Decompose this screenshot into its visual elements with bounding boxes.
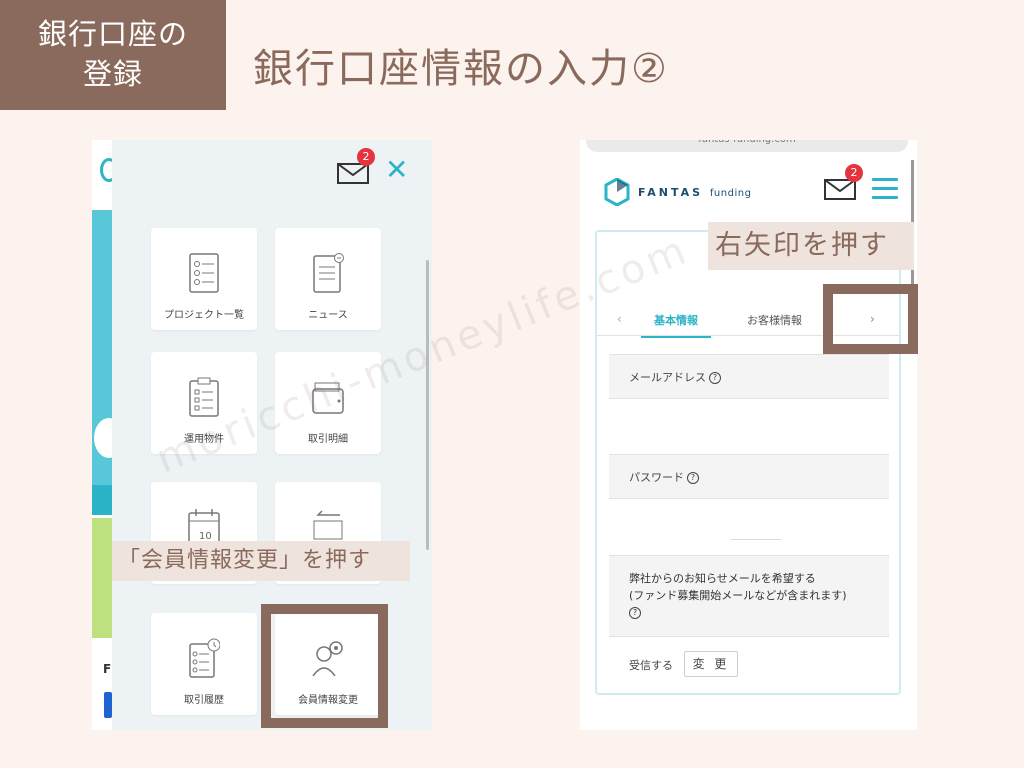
page-title: 銀行口座情報の入力②: [253, 46, 669, 92]
section-tag-line2: 登録: [82, 57, 143, 91]
fantas-brand: FANTAS funding: [638, 186, 751, 199]
menu-tile-news[interactable]: ニュース: [275, 228, 381, 330]
help-icon[interactable]: ?: [629, 607, 641, 619]
password-label-text: パスワード: [629, 471, 684, 484]
menu-tile-label: 取引履歴: [184, 695, 224, 706]
blue-button[interactable]: [104, 692, 112, 718]
highlight-right-arrow: [823, 284, 918, 354]
background-page-strip: F: [92, 140, 124, 730]
change-button[interactable]: 変 更: [684, 651, 738, 677]
brand-name: FANTAS: [638, 186, 704, 199]
brand-sub: funding: [709, 188, 752, 199]
clipboard-icon: [189, 377, 219, 417]
mail-badge: 2: [845, 164, 863, 182]
url-bar[interactable]: fantas-funding.com: [586, 140, 908, 152]
mail-badge: 2: [357, 148, 375, 166]
news-icon: [313, 253, 344, 293]
tab-basic-info[interactable]: 基本情報: [641, 312, 711, 338]
menu-tile-label: プロジェクト一覧: [164, 310, 244, 321]
menu-tile-label: ニュース: [308, 310, 348, 321]
notify-line2: (ファンド募集開始メールなどが含まれます): [629, 589, 847, 602]
list-icon: [189, 253, 219, 293]
history-icon: [189, 638, 220, 678]
menu-tile-history[interactable]: 取引履歴: [151, 613, 257, 715]
notify-line1: 弊社からのお知らせメールを希望する: [629, 572, 816, 585]
green-card: [92, 518, 112, 638]
fantas-logo-icon: [604, 178, 630, 206]
highlight-member-info-tile: [261, 604, 388, 728]
email-value: [609, 399, 889, 454]
hamburger-menu-icon[interactable]: [872, 178, 898, 200]
caption-press-member-info: 「会員情報変更」を押す: [112, 541, 410, 581]
help-icon[interactable]: ?: [687, 472, 699, 484]
close-icon[interactable]: ✕: [385, 156, 408, 184]
scrollbar[interactable]: [426, 260, 429, 550]
password-value: [609, 499, 889, 554]
partial-text: F: [103, 662, 112, 676]
help-icon[interactable]: ?: [709, 372, 721, 384]
email-field-label: メールアドレス?: [609, 354, 889, 399]
section-tag-line1: 銀行口座の: [37, 17, 188, 51]
email-label-text: メールアドレス: [629, 371, 706, 384]
tab-customer-info[interactable]: お客様情報: [747, 312, 802, 328]
menu-tile-project-list[interactable]: プロジェクト一覧: [151, 228, 257, 330]
caption-press-right-arrow: 右矢印を押す: [708, 222, 914, 270]
section-tag: 銀行口座の 登録: [0, 0, 226, 110]
password-field-label: パスワード?: [609, 454, 889, 499]
banner-strip: [92, 485, 112, 515]
notify-setting-label: 弊社からのお知らせメールを希望する (ファンド募集開始メールなどが含まれます) …: [609, 555, 889, 637]
receive-row: 受信する 変 更: [609, 637, 889, 693]
receive-label: 受信する: [629, 659, 673, 672]
tab-prev-arrow[interactable]: ‹: [617, 312, 622, 326]
